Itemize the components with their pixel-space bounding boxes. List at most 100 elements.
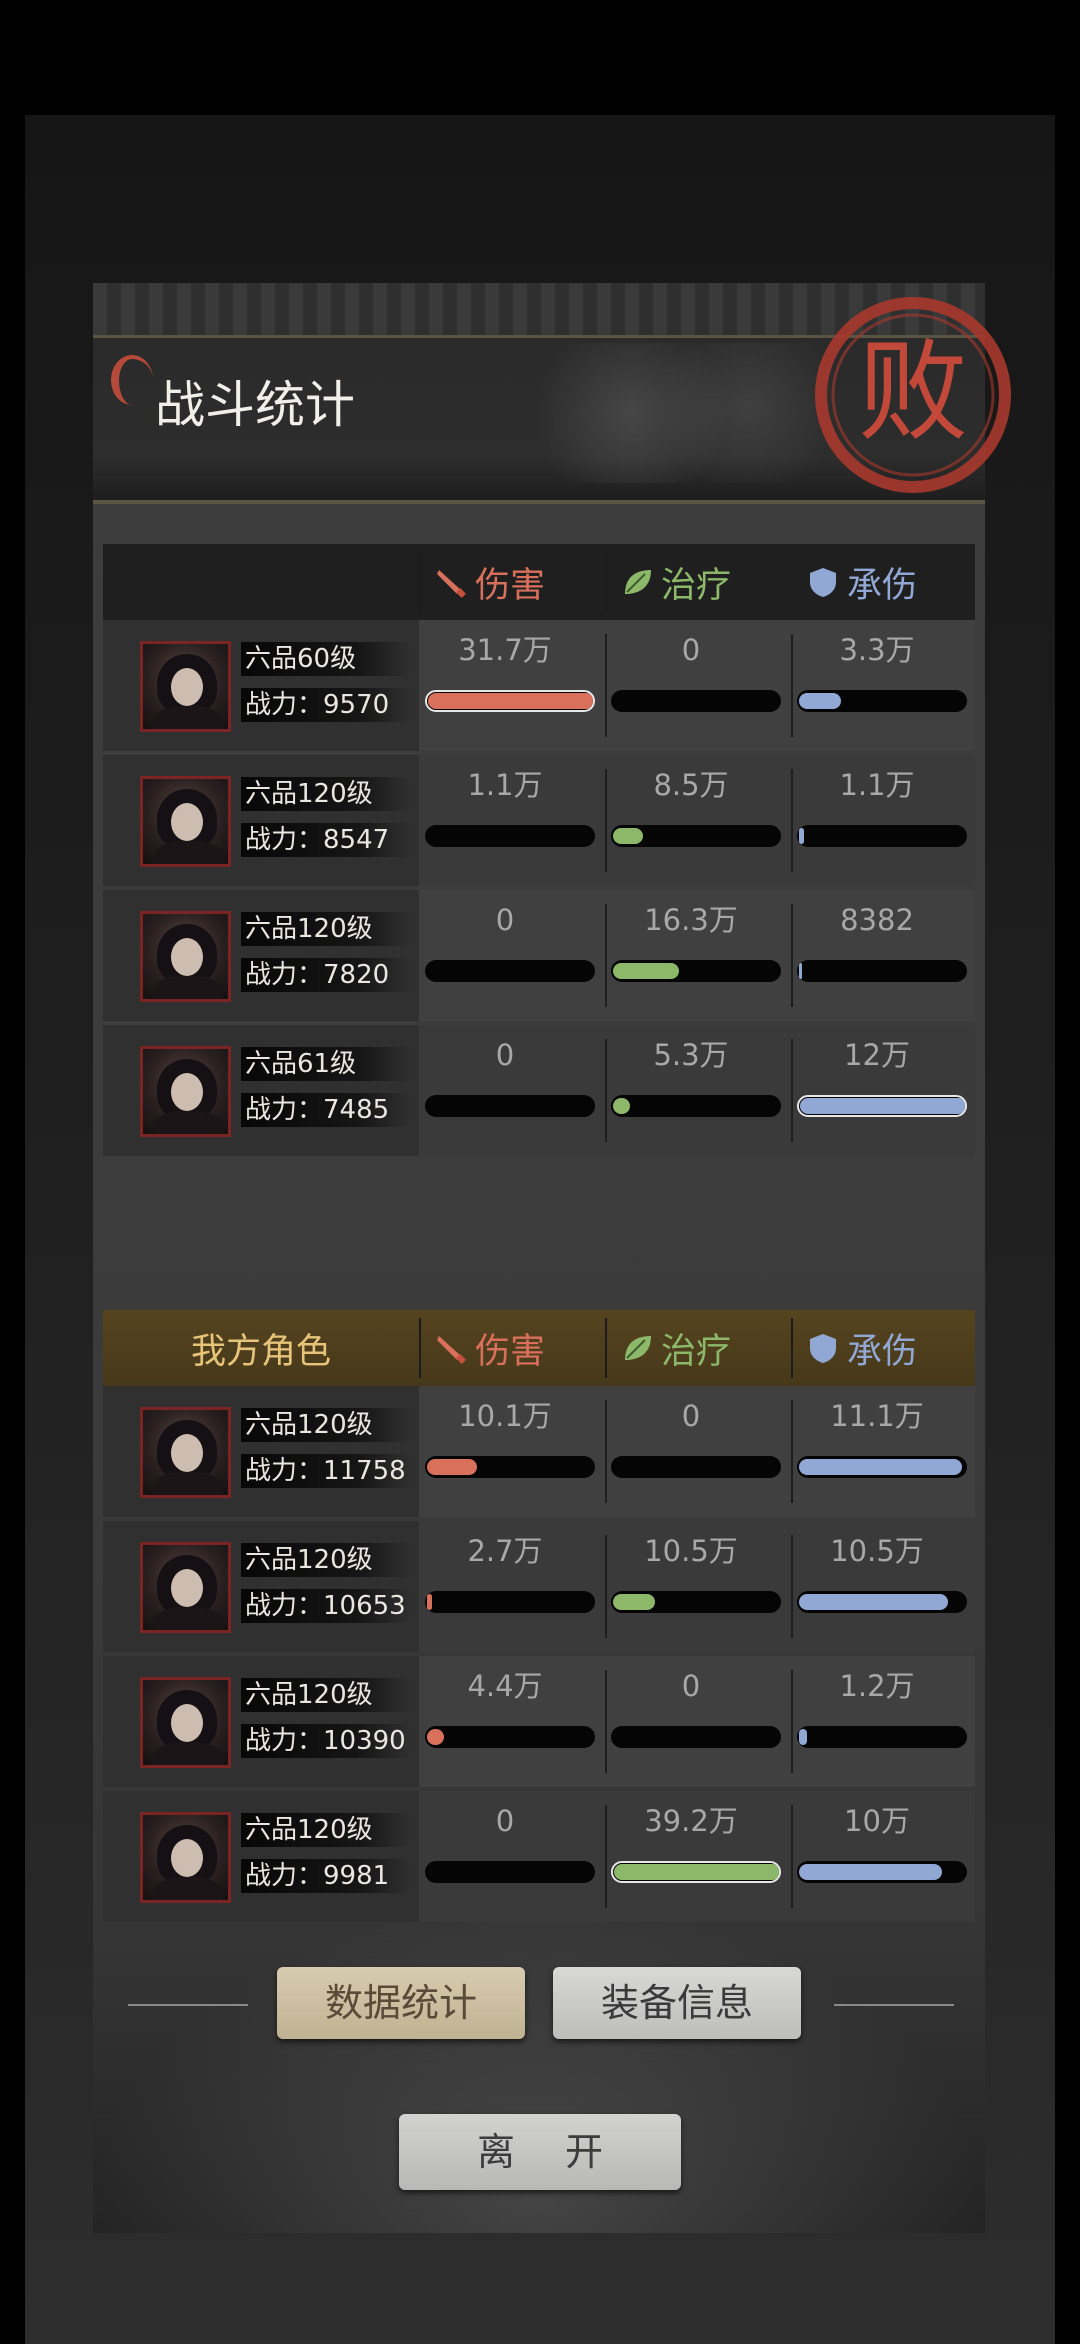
power-prefix: 战力： [245, 1456, 324, 1486]
damage-bar-fill [427, 1729, 444, 1745]
my-table-row[interactable]: 六品120级 战力：10390 4.4万 0 1.2万 [103, 1656, 975, 1787]
my-header-tank: 承伤 [805, 1310, 975, 1386]
stat-tank: 12万 [791, 1025, 977, 1156]
level-label: 六品120级 [241, 1813, 411, 1847]
enemy-table-row[interactable]: 六品120级 战力：8547 1.1万 8.5万 1.1万 [103, 755, 975, 886]
heal-bar [611, 690, 781, 712]
damage-value: 4.4万 [467, 1669, 543, 1703]
heal-bar-fill [613, 1098, 630, 1114]
avatar[interactable] [140, 1542, 231, 1633]
enemy-header-damage: 伤害 [433, 544, 603, 620]
tank-value: 12万 [844, 1038, 910, 1072]
my-table-header: 我方角色 伤害 治疗 承伤 [103, 1310, 975, 1386]
avatar[interactable] [140, 1812, 231, 1903]
tank-bar [797, 690, 967, 712]
heal-bar [611, 1095, 781, 1117]
damage-bar [425, 1726, 595, 1748]
stat-tank: 8382 [791, 890, 977, 1021]
damage-bar [425, 1861, 595, 1883]
enemy-table-header: 伤害 治疗 承伤 [103, 544, 975, 620]
sword-icon [433, 1330, 475, 1366]
crescent-icon [111, 355, 153, 405]
heal-bar [611, 1591, 781, 1613]
stat-tank: 3.3万 [791, 620, 977, 751]
power-prefix: 战力： [245, 1095, 324, 1125]
my-header-heal: 治疗 [619, 1310, 789, 1386]
stat-tank: 1.1万 [791, 755, 977, 886]
power-prefix: 战力： [245, 1726, 324, 1756]
damage-value: 31.7万 [458, 633, 552, 667]
equipment-info-button[interactable]: 装备信息 [553, 1967, 801, 2039]
power-label: 战力：9570 [241, 688, 411, 722]
avatar[interactable] [140, 1677, 231, 1768]
level-label: 六品120级 [241, 1408, 411, 1442]
enemy-table-row[interactable]: 六品60级 战力：9570 31.7万 0 3.3万 [103, 620, 975, 751]
power-label: 战力：9981 [241, 1859, 411, 1893]
divider-left [128, 2004, 248, 2006]
heal-value: 16.3万 [644, 903, 738, 937]
power-prefix: 战力： [245, 1861, 324, 1891]
heal-bar [611, 1861, 781, 1883]
tank-value: 8382 [840, 903, 914, 937]
level-label: 六品120级 [241, 777, 411, 811]
avatar[interactable] [140, 776, 231, 867]
damage-value: 2.7万 [467, 1534, 543, 1568]
heal-value: 39.2万 [644, 1804, 738, 1838]
avatar[interactable] [140, 1407, 231, 1498]
stat-damage: 4.4万 [419, 1656, 605, 1787]
my-table-row[interactable]: 六品120级 战力：9981 0 39.2万 10万 [103, 1791, 975, 1922]
tank-bar [797, 1456, 967, 1478]
power-prefix: 战力： [245, 690, 324, 720]
leave-button[interactable]: 离开 [399, 2114, 681, 2190]
avatar[interactable] [140, 1046, 231, 1137]
tank-bar [797, 1591, 967, 1613]
stat-heal: 0 [605, 1386, 791, 1517]
heal-bar-fill [613, 1594, 655, 1610]
tank-bar [797, 960, 967, 982]
avatar[interactable] [140, 911, 231, 1002]
my-table-row[interactable]: 六品120级 战力：11758 10.1万 0 11.1万 [103, 1386, 975, 1517]
power-label: 战力：10653 [241, 1589, 411, 1623]
stat-damage: 1.1万 [419, 755, 605, 886]
column-label-heal: 治疗 [661, 1331, 732, 1372]
damage-bar [425, 690, 595, 712]
power-label: 战力：7820 [241, 958, 411, 992]
my-team-label: 我方角色 [190, 1331, 331, 1372]
leaf-icon [619, 1330, 661, 1366]
tank-bar-fill [799, 1864, 942, 1880]
level-label: 六品120级 [241, 912, 411, 946]
power-value: 10653 [323, 1591, 406, 1621]
data-stats-button[interactable]: 数据统计 [277, 1967, 525, 2039]
stat-heal: 5.3万 [605, 1025, 791, 1156]
column-label-damage: 伤害 [475, 1331, 546, 1372]
tank-value: 10万 [844, 1804, 910, 1838]
stat-heal: 8.5万 [605, 755, 791, 886]
tank-bar [797, 825, 967, 847]
defeat-seal: 败 [815, 297, 1011, 493]
power-prefix: 战力： [245, 1591, 324, 1621]
seal-text: 败 [858, 328, 968, 456]
stat-tank: 10万 [791, 1791, 977, 1922]
enemy-table-row[interactable]: 六品120级 战力：7820 0 16.3万 8382 [103, 890, 975, 1021]
tank-bar-fill [799, 693, 841, 709]
enemy-table-row[interactable]: 六品61级 战力：7485 0 5.3万 12万 [103, 1025, 975, 1156]
tank-value: 1.2万 [839, 1669, 915, 1703]
tank-value: 1.1万 [839, 768, 915, 802]
power-label: 战力：7485 [241, 1093, 411, 1127]
my-table-row[interactable]: 六品120级 战力：10653 2.7万 10.5万 10.5万 [103, 1521, 975, 1652]
damage-value: 0 [495, 1038, 515, 1072]
damage-bar [425, 1456, 595, 1478]
damage-bar-fill [427, 1459, 477, 1475]
power-value: 7485 [323, 1095, 390, 1125]
stat-damage: 0 [419, 1791, 605, 1922]
heal-value: 0 [681, 1399, 701, 1433]
enemy-team-label [103, 544, 419, 620]
tank-value: 11.1万 [830, 1399, 924, 1433]
avatar[interactable] [140, 641, 231, 732]
heal-value: 10.5万 [644, 1534, 738, 1568]
stat-damage: 31.7万 [419, 620, 605, 751]
tank-bar-fill [800, 1098, 965, 1114]
tank-bar-fill [799, 1459, 962, 1475]
heal-bar [611, 825, 781, 847]
my-header-damage: 伤害 [433, 1310, 603, 1386]
